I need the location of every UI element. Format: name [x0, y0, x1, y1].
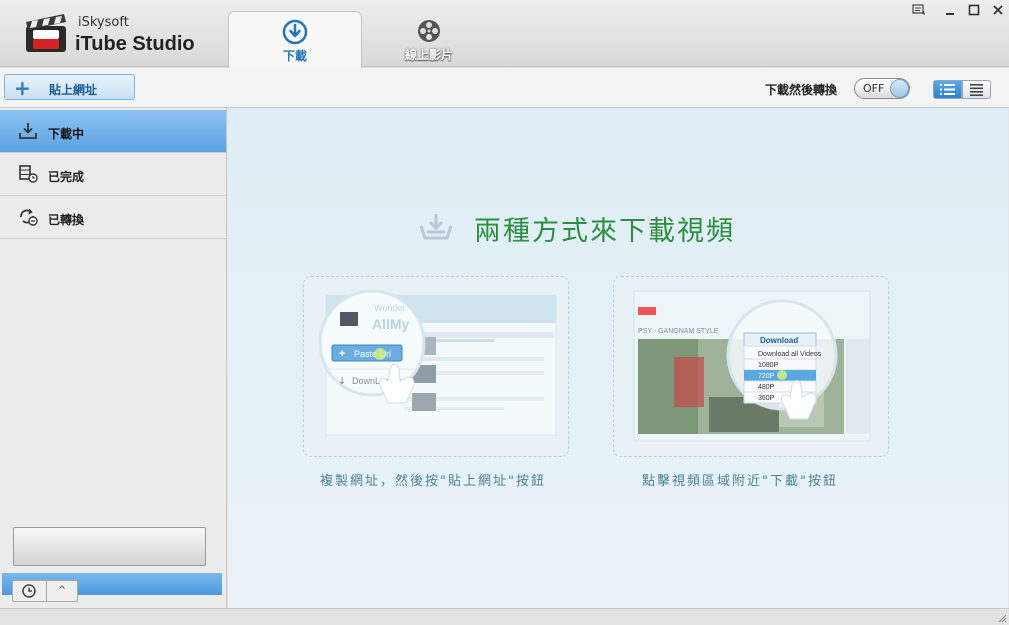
- tab-online-videos[interactable]: 線上影片: [362, 11, 496, 68]
- demo-site-text: AllMy: [372, 316, 410, 332]
- demo-menu-item: 1080P: [758, 362, 779, 369]
- sidebar-item-label: 已轉換: [48, 213, 85, 227]
- film-clock-icon: [19, 165, 38, 183]
- main-content: 兩種方式來下載視頻 Wonder AllMy + Paste Url ↓ Dow: [228, 108, 1008, 608]
- demo-menu-item: 480P: [758, 384, 775, 391]
- download-convert-toggle[interactable]: OFF: [854, 78, 910, 99]
- svg-text:↓: ↓: [338, 376, 346, 387]
- paste-url-label: 貼上網址: [49, 83, 98, 97]
- disk-usage-panel: [13, 527, 206, 566]
- demo-video-title: PSY - GANGNAM STYLE: [638, 328, 719, 335]
- caption-paste-url: 複製網址，然後按"貼上網址"按鈕: [320, 474, 546, 489]
- chevron-up-icon: ^: [57, 585, 67, 596]
- sidebar-item-label: 已完成: [48, 170, 85, 184]
- page-headline: 兩種方式來下載視頻: [474, 216, 735, 247]
- demo-menu-item: 720P: [758, 373, 775, 380]
- clock-icon: [22, 584, 36, 598]
- caption-click-download: 點擊視頻區域附近"下載"按鈕: [642, 474, 838, 489]
- maximize-icon[interactable]: [966, 4, 982, 20]
- paste-url-demo: Wonder AllMy + Paste Url ↓ DownLoading: [303, 276, 569, 457]
- sidebar-item-completed[interactable]: 已完成: [0, 153, 226, 196]
- download-circle-icon: [282, 19, 308, 45]
- plus-icon: +: [14, 76, 31, 100]
- video-download-demo: PSY - GANGNAM STYLE Download Download al…: [613, 276, 889, 457]
- svg-text:+: +: [339, 348, 345, 360]
- sidebar-item-downloading[interactable]: 下載中: [0, 110, 226, 153]
- svg-text:Wonder: Wonder: [374, 303, 405, 313]
- status-bar: [0, 608, 1009, 625]
- title-bar: iSkysoft iTube Studio 下載 線上影片: [0, 0, 1009, 68]
- sidebar-item-label: 下載中: [48, 127, 85, 141]
- tab-download[interactable]: 下載: [228, 11, 362, 68]
- resize-grip-icon[interactable]: [997, 613, 1007, 623]
- schedule-button[interactable]: [12, 580, 47, 602]
- toggle-state: OFF: [863, 82, 885, 95]
- toolbar: + 貼上網址 下載然後轉換 OFF: [0, 68, 1009, 108]
- tab-download-label: 下載: [282, 49, 307, 63]
- detail-view-icon: [970, 84, 983, 96]
- sidebar: 下載中 已完成 已轉換 ^: [0, 108, 227, 608]
- download-tray-icon: [19, 123, 37, 139]
- list-view-icon: [940, 84, 955, 95]
- app-brand: iSkysoft: [78, 15, 129, 30]
- app-name: iTube Studio: [75, 33, 195, 55]
- minimize-icon[interactable]: [942, 4, 958, 20]
- download-then-convert-label: 下載然後轉換: [765, 83, 838, 97]
- demo-menu-item: Download all Videos: [758, 351, 822, 358]
- app-logo: [24, 12, 68, 54]
- demo-menu-title: Download: [760, 336, 798, 345]
- paste-url-button[interactable]: + 貼上網址: [4, 74, 135, 100]
- convert-icon: [20, 208, 38, 226]
- close-icon[interactable]: [990, 4, 1006, 20]
- sidebar-item-converted[interactable]: 已轉換: [0, 196, 226, 239]
- toggle-knob: [890, 79, 909, 98]
- feedback-icon[interactable]: [911, 4, 927, 20]
- download-tray-icon: [419, 214, 453, 240]
- film-reel-icon: [418, 20, 440, 42]
- tab-online-label: 線上影片: [404, 48, 453, 62]
- expand-up-button[interactable]: ^: [47, 580, 78, 602]
- detail-view-button[interactable]: [962, 80, 991, 99]
- demo-menu-item: 360P: [758, 395, 775, 402]
- list-view-button[interactable]: [933, 80, 962, 99]
